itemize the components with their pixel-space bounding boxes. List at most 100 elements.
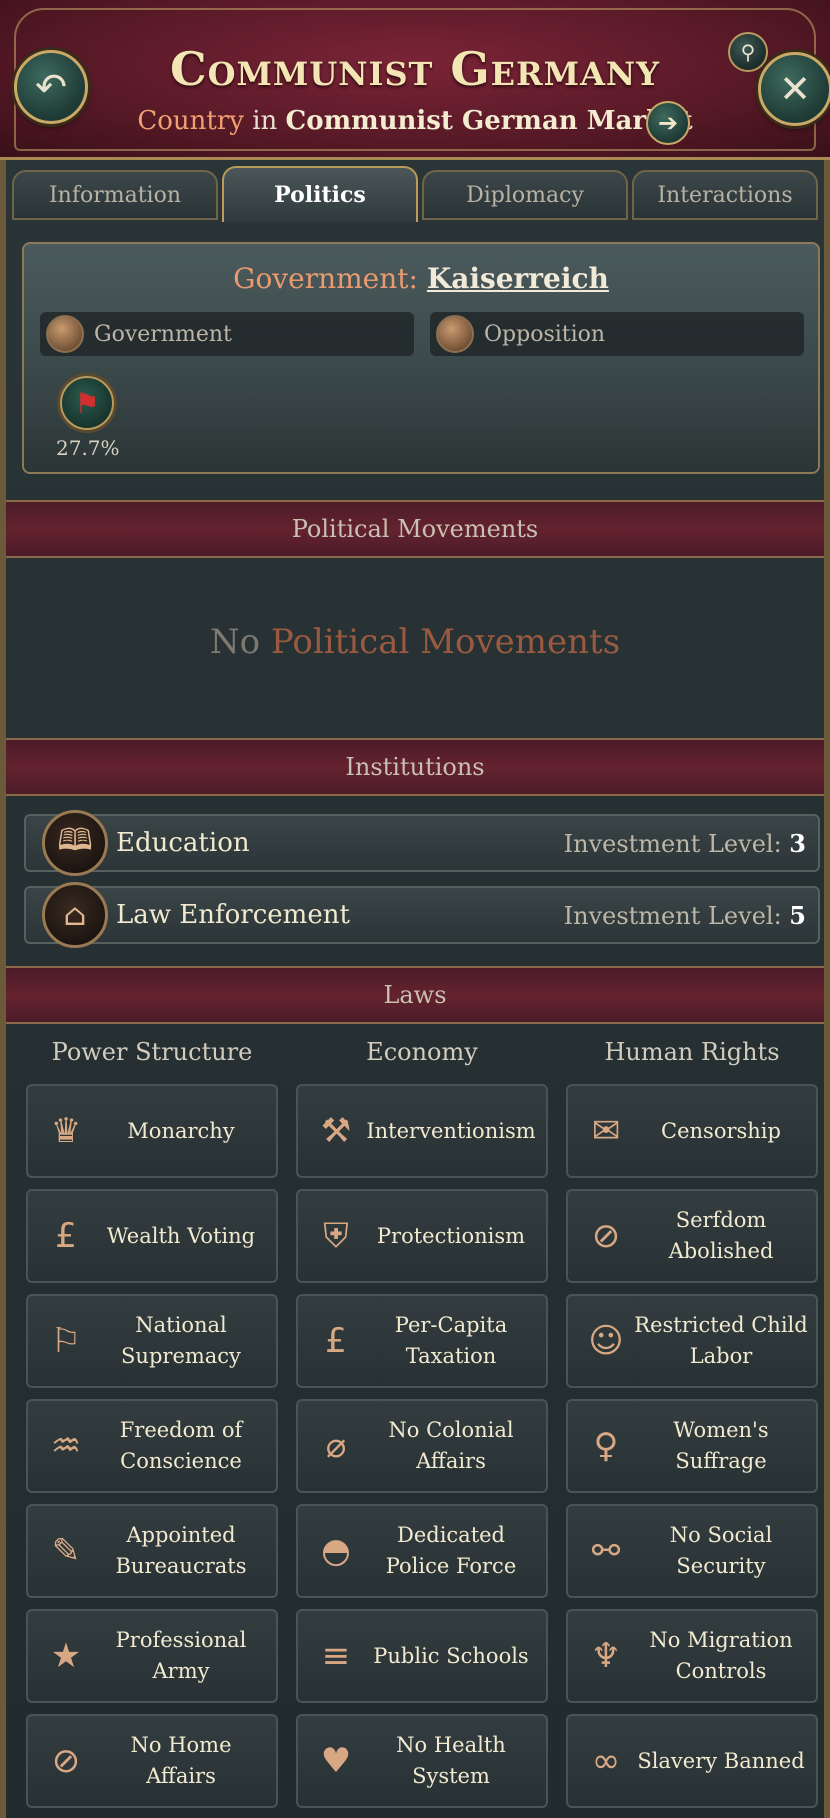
law-card[interactable]: ⊘ Serfdom Abolished xyxy=(566,1189,818,1283)
investment-level-value: 5 xyxy=(789,901,806,930)
law-label: Women's Suffrage xyxy=(673,1418,769,1473)
government-name-link[interactable]: Kaiserreich xyxy=(427,262,609,295)
government-icon xyxy=(46,315,84,353)
investment-level: Investment Level: 3 xyxy=(563,829,806,858)
institution-name: Law Enforcement xyxy=(116,900,350,930)
migrant-icon: ♆ xyxy=(590,1636,622,1676)
law-card[interactable]: ⚯ No Social Security xyxy=(566,1504,818,1598)
law-card[interactable]: ◓ Dedicated Police Force xyxy=(296,1504,548,1598)
government-bar[interactable]: Government xyxy=(40,312,414,356)
law-label: Restricted Child Labor xyxy=(634,1313,808,1368)
go-to-market-button[interactable]: ➔ xyxy=(646,101,690,145)
law-card[interactable]: ✎ Appointed Bureaucrats xyxy=(26,1504,278,1598)
law-card[interactable]: ⛨ Protectionism xyxy=(296,1189,548,1283)
law-label: Censorship xyxy=(661,1118,781,1143)
law-label: No Social Security xyxy=(669,1523,773,1578)
law-label: No Home Affairs xyxy=(130,1733,232,1788)
subtitle-kind[interactable]: Country xyxy=(137,106,244,136)
opposition-icon xyxy=(436,315,474,353)
column-human-rights: Human Rights xyxy=(604,1038,780,1066)
no-serfdom-icon: ⊘ xyxy=(591,1216,621,1256)
laws-header: Laws xyxy=(6,966,824,1024)
pound-icon: £ xyxy=(55,1216,77,1256)
law-label: Monarchy xyxy=(127,1118,235,1143)
praying-hands-icon: ♒ xyxy=(50,1426,82,1466)
party-icon[interactable]: ⚑ xyxy=(60,376,114,430)
law-label: No Health System xyxy=(396,1733,506,1788)
law-label: No Migration Controls xyxy=(649,1628,793,1683)
opposition-bar[interactable]: Opposition xyxy=(430,312,804,356)
search-button[interactable]: ⚲ xyxy=(728,32,768,72)
law-card[interactable]: ≡ Public Schools xyxy=(296,1609,548,1703)
government-bar-label: Government xyxy=(94,321,232,347)
no-movements-message: No Political Movements xyxy=(0,622,830,662)
law-label: Appointed Bureaucrats xyxy=(115,1523,247,1578)
magnifier-icon: ⚲ xyxy=(740,40,756,64)
law-card[interactable]: ⌀ No Colonial Affairs xyxy=(296,1399,548,1493)
law-label: Interventionism xyxy=(366,1118,536,1143)
tab-bar: Information Politics Diplomacy Interacti… xyxy=(12,166,818,222)
tab-information[interactable]: Information xyxy=(12,170,218,220)
child-labor-icon: ☺ xyxy=(588,1321,624,1361)
crown-icon: ♛ xyxy=(50,1111,82,1151)
law-card[interactable]: ♀ Women's Suffrage xyxy=(566,1399,818,1493)
law-card[interactable]: ♛ Monarchy xyxy=(26,1084,278,1178)
political-movements-header: Political Movements xyxy=(6,500,824,558)
law-card[interactable]: ∞ Slavery Banned xyxy=(566,1714,818,1808)
broken-chain-icon: ⚯ xyxy=(591,1531,621,1571)
opposition-bar-label: Opposition xyxy=(484,321,606,347)
tab-diplomacy[interactable]: Diplomacy xyxy=(422,170,628,220)
no-colonial-icon: ⌀ xyxy=(325,1426,347,1466)
money-bag-icon: £ xyxy=(325,1321,347,1361)
arrow-right-icon: ➔ xyxy=(657,109,679,137)
tab-politics[interactable]: Politics xyxy=(222,166,418,222)
law-card[interactable]: ♥ No Health System xyxy=(296,1714,548,1808)
no-movements-highlight: Political Movements xyxy=(270,622,621,662)
quill-icon: ✎ xyxy=(51,1531,81,1571)
government-label: Government: xyxy=(233,262,418,295)
law-label: Wealth Voting xyxy=(106,1223,256,1248)
law-card[interactable]: ☺ Restricted Child Labor xyxy=(566,1294,818,1388)
institution-law-enforcement[interactable]: ⌂ Law Enforcement Investment Level: 5 xyxy=(24,882,820,948)
investment-level: Investment Level: 5 xyxy=(563,901,806,930)
institutions-header: Institutions xyxy=(6,738,824,796)
government-panel: Government: Kaiserreich Government Oppos… xyxy=(22,242,820,474)
law-label: Per-Capita Taxation xyxy=(394,1313,508,1368)
law-label: Dedicated Police Force xyxy=(385,1523,517,1578)
law-card[interactable]: ⊘ No Home Affairs xyxy=(26,1714,278,1808)
subtitle-in: in xyxy=(252,106,278,136)
party-percent: 27.7% xyxy=(56,436,120,460)
medal-icon: ★ xyxy=(50,1636,82,1676)
law-label: Freedom of Conscience xyxy=(119,1418,243,1473)
flag-hand-icon: ⚐ xyxy=(50,1321,82,1361)
law-label: Protectionism xyxy=(376,1223,526,1248)
police-helmet-icon: ◓ xyxy=(321,1531,351,1571)
tab-interactions[interactable]: Interactions xyxy=(632,170,818,220)
law-card[interactable]: ⚐ National Supremacy xyxy=(26,1294,278,1388)
law-card[interactable]: ♆ No Migration Controls xyxy=(566,1609,818,1703)
subtitle: Country in Communist German Market xyxy=(0,106,830,136)
book-hands-icon: ≡ xyxy=(321,1636,351,1676)
subtitle-market[interactable]: Communist German Market xyxy=(286,106,693,136)
institution-name: Education xyxy=(116,828,250,858)
shield-icon: ⛨ xyxy=(323,1216,349,1256)
law-card[interactable]: ★ Professional Army xyxy=(26,1609,278,1703)
government-title: Government: Kaiserreich xyxy=(24,262,818,295)
law-label: No Colonial Affairs xyxy=(388,1418,514,1473)
police-cap-icon: ⌂ xyxy=(42,882,108,948)
column-power-structure: Power Structure xyxy=(51,1038,253,1066)
no-home-affairs-icon: ⊘ xyxy=(51,1741,81,1781)
institution-education[interactable]: 🕮 Education Investment Level: 3 xyxy=(24,810,820,876)
censored-speech-icon: ✉ xyxy=(591,1111,621,1151)
law-card[interactable]: ✉ Censorship xyxy=(566,1084,818,1178)
chain-icon: ∞ xyxy=(591,1741,621,1781)
law-card[interactable]: £ Wealth Voting xyxy=(26,1189,278,1283)
law-card[interactable]: £ Per-Capita Taxation xyxy=(296,1294,548,1388)
law-card[interactable]: ⚒ Interventionism xyxy=(296,1084,548,1178)
close-icon: ✕ xyxy=(779,67,811,111)
female-symbol-icon: ♀ xyxy=(593,1426,619,1466)
law-label: National Supremacy xyxy=(121,1313,241,1368)
law-card[interactable]: ♒ Freedom of Conscience xyxy=(26,1399,278,1493)
header: ↶ Communist Germany ⚲ ✕ Country in Commu… xyxy=(0,0,830,160)
investment-level-value: 3 xyxy=(789,829,806,858)
